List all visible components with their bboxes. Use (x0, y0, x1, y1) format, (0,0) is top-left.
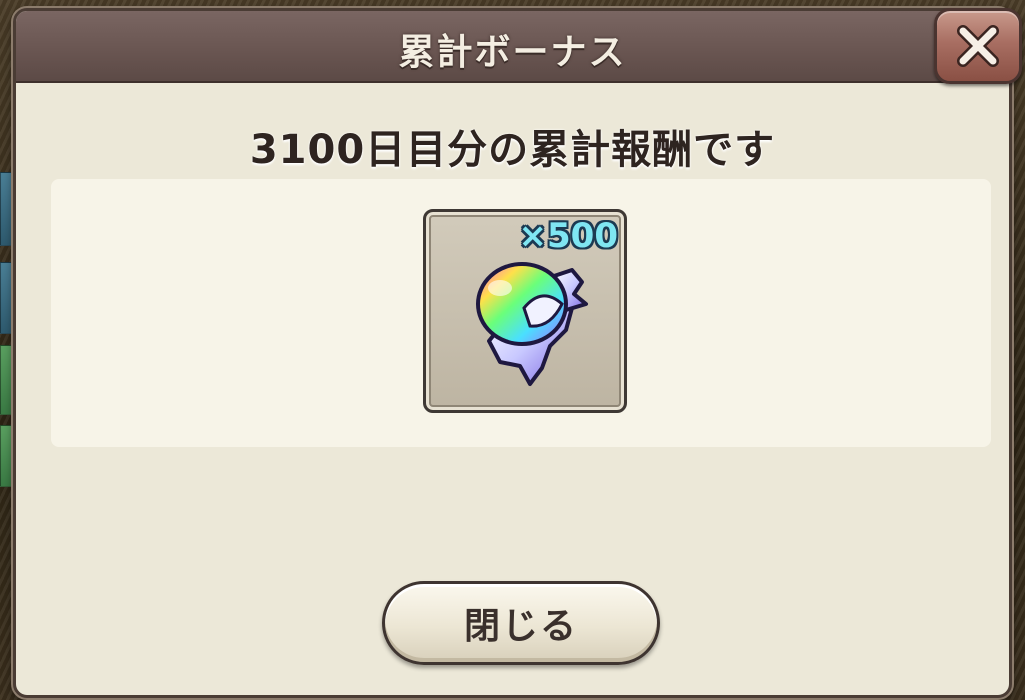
dialog-title: 累計ボーナス (398, 32, 627, 73)
close-button-label: 閉じる (463, 606, 578, 647)
item-quantity: ×500 (518, 216, 618, 256)
cumulative-bonus-dialog: 累計ボーナス 3100日目分の累計報酬です ×500 閉じる (13, 8, 1012, 698)
dialog-header: 累計ボーナス (16, 11, 1009, 83)
close-button[interactable]: 閉じる (382, 581, 660, 665)
reward-area: ×500 (51, 179, 991, 447)
reward-message: 3100日目分の累計報酬です (249, 127, 776, 173)
close-x-button[interactable] (934, 8, 1022, 84)
reward-item-slot[interactable]: ×500 (423, 209, 627, 413)
close-x-icon (957, 25, 999, 67)
rainbow-orb-crystal-icon (476, 262, 588, 386)
